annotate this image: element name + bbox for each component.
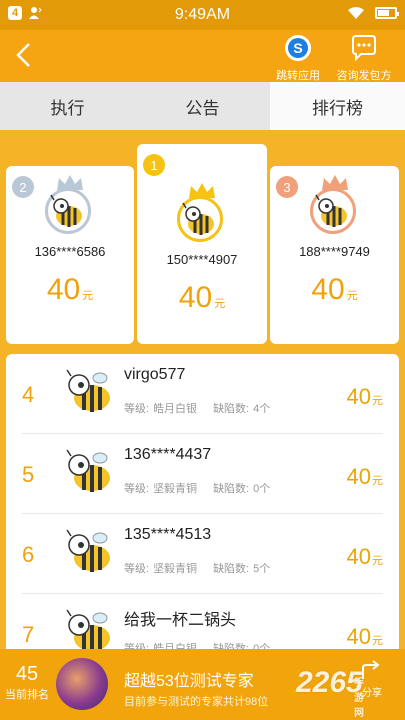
- bee-icon: [314, 194, 347, 227]
- reward-amount: 40元: [346, 464, 383, 489]
- tab-leaderboard[interactable]: 排行榜: [270, 82, 405, 130]
- user-name: 给我一杯二锅头: [124, 612, 237, 629]
- podium-card-1[interactable]: 1 150****4907 40 元: [137, 144, 267, 344]
- user-meta: 等级: 皓月白银 缺陷数: 4个: [124, 403, 271, 415]
- rank-number: 6: [22, 542, 35, 567]
- podium-card-2[interactable]: 2 136****6586 40 元: [6, 166, 134, 344]
- back-arrow-icon[interactable]: [10, 40, 40, 70]
- watermark: 2265 手游网: [296, 666, 364, 719]
- rank-number: 7: [22, 622, 35, 647]
- rank-badge: 2: [12, 176, 34, 198]
- jump-app-label: 跳转应用: [276, 70, 320, 82]
- wifi-icon: [348, 7, 364, 19]
- podium-card-3[interactable]: 3 188****9749 40 元: [270, 166, 399, 344]
- podium-phone: 136****6586: [34, 244, 106, 259]
- user-name: 136****4437: [124, 446, 212, 463]
- podium-phone: 188****9749: [299, 244, 370, 259]
- battery-icon: [375, 7, 399, 19]
- chat-bubble-icon: [352, 35, 376, 62]
- list-item[interactable]: 4 virgo577 等级: 皓月白银 缺陷数: 4个 40元: [6, 354, 399, 434]
- user-meta: 等级: 坚毅青铜 缺陷数: 5个: [124, 563, 271, 575]
- rank-badge: 1: [143, 154, 165, 176]
- status-bar: 4 9:49AM: [0, 0, 405, 30]
- bee-icon: [50, 194, 82, 227]
- tab-execute[interactable]: 执行: [0, 82, 135, 130]
- podium: 2 136****6586 40 元 1 150****4907 40 元 3 18…: [6, 144, 399, 344]
- nav-bar: S 跳转应用 咨询发包方: [0, 30, 405, 82]
- podium-amount: 40 元: [46, 273, 94, 306]
- consult-button[interactable]: 咨询发包方: [332, 34, 396, 83]
- avatar: [306, 174, 364, 238]
- bee-icon: [66, 529, 110, 572]
- rank-number: 5: [22, 462, 35, 487]
- browser-s-icon: S: [285, 35, 311, 61]
- status-right: [347, 6, 399, 20]
- bee-icon: [66, 449, 110, 492]
- avatar: [56, 658, 108, 710]
- list-item[interactable]: 7 给我一杯二锅头 等级:皓月白银缺陷数:0个 40元: [6, 594, 399, 654]
- list-item[interactable]: 5 136****4437 等级: 坚毅青铜 缺陷数: 0个 40元: [6, 434, 399, 514]
- user-name: virgo577: [124, 366, 186, 383]
- my-rank-label: 当前排名: [5, 689, 49, 701]
- bee-icon: [66, 609, 110, 652]
- reward-amount: 40元: [346, 544, 383, 569]
- bee-icon: [182, 202, 214, 235]
- rank-badge: 3: [276, 176, 298, 198]
- user-name: 135****4513: [124, 526, 212, 543]
- svg-text:S: S: [293, 40, 302, 56]
- status-time: 9:49AM: [174, 6, 231, 23]
- tab-announcement[interactable]: 公告: [135, 82, 270, 130]
- rank-number: 4: [22, 382, 35, 407]
- my-rank: 45 当前排名: [4, 663, 50, 702]
- ranking-list: 4 virgo577 等级: 皓月白银 缺陷数: 4个 40元 5 136****44…: [6, 354, 399, 654]
- avatar: [173, 182, 231, 246]
- jump-app-button[interactable]: S 跳转应用: [266, 34, 330, 83]
- reward-amount: 40元: [346, 624, 383, 649]
- my-rank-number: 45: [15, 663, 39, 685]
- podium-amount: 40 元: [178, 281, 226, 314]
- avatar: [41, 174, 99, 238]
- bee-icon: [66, 369, 110, 412]
- reward-amount: 40元: [346, 384, 383, 409]
- podium-phone: 150****4907: [166, 252, 238, 267]
- tab-bar: 执行 公告 排行榜: [0, 82, 405, 130]
- promo-title: 超越53位测试专家: [124, 673, 254, 690]
- list-item[interactable]: 6 135****4513 等级: 坚毅青铜 缺陷数: 5个 40元: [6, 514, 399, 594]
- podium-amount: 40 元: [311, 273, 358, 306]
- consult-label: 咨询发包方: [336, 70, 392, 82]
- user-meta: 等级: 坚毅青铜 缺陷数: 0个: [124, 483, 271, 495]
- promo-subtitle: 目前参与测试的专家共计98位: [124, 696, 269, 708]
